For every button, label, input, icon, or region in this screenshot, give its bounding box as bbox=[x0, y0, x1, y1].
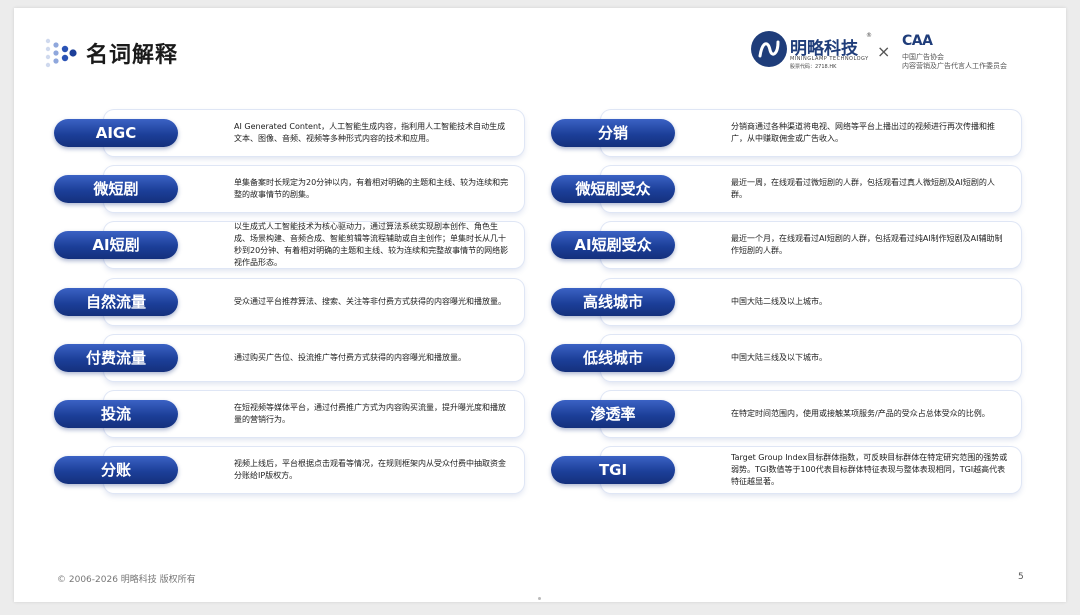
term-description: Target Group Index目标群体指数，可反映目标群体在特定研究范围的… bbox=[731, 453, 1008, 486]
miningLamp-logo-icon bbox=[751, 31, 787, 67]
term-label: 分账 bbox=[54, 456, 178, 484]
page-title: 名词解释 bbox=[86, 43, 179, 68]
registered-mark: ® bbox=[866, 32, 872, 39]
term-description: 通过购买广告位、投流推广等付费方式获得的内容曝光和播放量。 bbox=[234, 353, 466, 362]
term-description: 受众通过平台推荐算法、搜索、关注等非付费方式获得的内容曝光和播放量。 bbox=[234, 297, 506, 306]
term-label: 自然流量 bbox=[54, 288, 178, 316]
brand-english-name: MININGLAMP TECHNOLOGY bbox=[790, 56, 869, 62]
term-description: 最近一周，在线观看过微短剧的人群，包括观看过真人微短剧及AI短剧的人群。 bbox=[731, 178, 995, 199]
term-label: AI短剧受众 bbox=[551, 231, 675, 259]
term-label: AIGC bbox=[54, 119, 178, 147]
term-row: 通过购买广告位、投流推广等付费方式获得的内容曝光和播放量。 付费流量 bbox=[54, 335, 524, 381]
term-label: 渗透率 bbox=[551, 400, 675, 428]
term-row: AI Generated Content，人工智能生成内容，指利用人工智能技术自… bbox=[54, 110, 524, 156]
term-label: TGI bbox=[551, 456, 675, 484]
caa-committee: 内容营销及广告代言人工作委员会 bbox=[902, 62, 1007, 70]
center-dot bbox=[538, 597, 541, 600]
term-row: 以生成式人工智能技术为核心驱动力，通过算法系统实现剧本创作、角色生成、场景构建、… bbox=[54, 222, 524, 268]
brand-header: 明略科技 ® MININGLAMP TECHNOLOGY 股票代码：2718.H… bbox=[750, 30, 1040, 76]
brand-stock-code: 股票代码：2718.HK bbox=[790, 64, 837, 70]
term-row: 分销商通过各种渠道将电视、网络等平台上播出过的视频进行再次传播和推广，从中赚取佣… bbox=[551, 110, 1021, 156]
term-description: 中国大陆三线及以下城市。 bbox=[731, 353, 827, 362]
term-label: 低线城市 bbox=[551, 344, 675, 372]
caa-logo: CAA bbox=[902, 33, 933, 49]
term-row: Target Group Index目标群体指数，可反映目标群体在特定研究范围的… bbox=[551, 447, 1021, 493]
term-description: 中国大陆二线及以上城市。 bbox=[731, 297, 827, 306]
term-label: 高线城市 bbox=[551, 288, 675, 316]
term-description: 以生成式人工智能技术为核心驱动力，通过算法系统实现剧本创作、角色生成、场景构建、… bbox=[234, 222, 509, 267]
term-row: 最近一周，在线观看过微短剧的人群，包括观看过真人微短剧及AI短剧的人群。 微短剧受… bbox=[551, 166, 1021, 212]
term-label: 付费流量 bbox=[54, 344, 178, 372]
term-label: 分销 bbox=[551, 119, 675, 147]
term-label: 投流 bbox=[54, 400, 178, 428]
page-number: 5 bbox=[1018, 572, 1024, 582]
title-dots-icon bbox=[45, 38, 77, 68]
term-description: AI Generated Content，人工智能生成内容，指利用人工智能技术自… bbox=[234, 122, 506, 143]
term-description: 分销商通过各种渠道将电视、网络等平台上播出过的视频进行再次传播和推广，从中赚取佣… bbox=[731, 122, 995, 143]
term-row: 视频上线后，平台根据点击观看等情况，在规则框架内从受众付费中抽取资金分账给IP版… bbox=[54, 447, 524, 493]
term-row: 在特定时间范围内，使用或接触某项服务/产品的受众占总体受众的比例。 渗透率 bbox=[551, 391, 1021, 437]
term-label: AI短剧 bbox=[54, 231, 178, 259]
term-row: 中国大陆三线及以下城市。 低线城市 bbox=[551, 335, 1021, 381]
term-description: 最近一个月，在线观看过AI短剧的人群，包括观看过纯AI制作短剧及AI辅助制作短剧… bbox=[731, 234, 1003, 255]
term-description: 在特定时间范围内，使用或接触某项服务/产品的受众占总体受众的比例。 bbox=[731, 409, 990, 418]
term-row: 在短视频等媒体平台，通过付费推广方式为内容购买流量，提升曝光度和播放量的营销行为… bbox=[54, 391, 524, 437]
term-label: 微短剧受众 bbox=[551, 175, 675, 203]
term-row: 单集备案时长规定为20分钟以内，有着相对明确的主题和主线、较为连续和完整的故事情… bbox=[54, 166, 524, 212]
term-label: 微短剧 bbox=[54, 175, 178, 203]
footer-copyright: © 2006-2026 明略科技 版权所有 bbox=[57, 575, 196, 585]
term-row: 受众通过平台推荐算法、搜索、关注等非付费方式获得的内容曝光和播放量。 自然流量 bbox=[54, 279, 524, 325]
times-sign: × bbox=[877, 42, 891, 61]
term-row: 最近一个月，在线观看过AI短剧的人群，包括观看过纯AI制作短剧及AI辅助制作短剧… bbox=[551, 222, 1021, 268]
term-description: 在短视频等媒体平台，通过付费推广方式为内容购买流量，提升曝光度和播放量的营销行为… bbox=[234, 403, 506, 424]
term-description: 视频上线后，平台根据点击观看等情况，在规则框架内从受众付费中抽取资金分账给IP版… bbox=[234, 459, 506, 480]
term-description: 单集备案时长规定为20分钟以内，有着相对明确的主题和主线、较为连续和完整的故事情… bbox=[234, 178, 509, 199]
term-row: 中国大陆二线及以上城市。 高线城市 bbox=[551, 279, 1021, 325]
